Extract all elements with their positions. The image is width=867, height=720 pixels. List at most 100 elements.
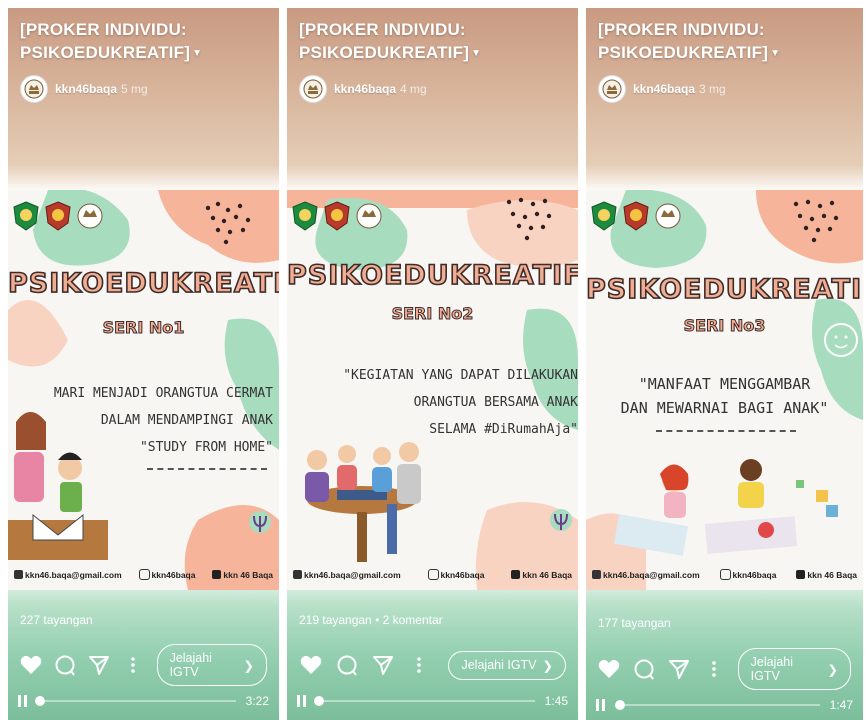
like-heart-icon[interactable] [598,657,621,681]
poster-series-label: SERI No1 [102,318,185,338]
comment-bubble-icon[interactable] [335,653,359,677]
email-contact: kkn46.baqa@gmail.com [293,569,401,580]
poster-headline: "KEGIATAN YANG DAPAT DILAKUKAN ORANGTUA … [343,368,578,437]
youtube-icon [212,570,222,579]
poster-series-label: SERI No3 [683,316,766,336]
like-heart-icon[interactable] [20,653,42,677]
kkn-crown-logo-icon [654,200,682,232]
chevron-down-icon[interactable]: ▼ [192,48,202,59]
regency-logo-icon [323,200,351,232]
progress-handle[interactable] [314,696,325,706]
youtube-contact: kkn 46 Baqa [796,569,857,580]
igtv-post-card-2[interactable]: [PROKER INDIVIDU: PSIKOEDUKREATIF] ▼ kkn4… [287,8,578,720]
comment-bubble-icon[interactable] [54,653,76,677]
post-author[interactable]: kkn46baqa 4 mg [299,74,427,104]
more-options-icon[interactable] [407,653,431,677]
pause-icon[interactable] [18,695,30,707]
video-progress: 3:22 [18,694,269,708]
comment-bubble-icon[interactable] [633,657,656,681]
institution-logos [12,200,104,232]
post-age: 5 mg [121,82,148,96]
chevron-down-icon[interactable]: ▼ [770,48,780,59]
instagram-contact: kkn46baqa [427,569,484,580]
youtube-contact: kkn 46 Baqa [511,569,572,580]
avatar[interactable] [20,75,48,103]
poster-brand-title: PSIKOEDUKREATIF [8,267,279,300]
institution-logos [291,200,383,232]
view-count: 227 tayangan [20,613,93,627]
youtube-icon [511,570,521,579]
instagram-icon [719,569,731,580]
avatar[interactable] [598,75,626,103]
video-thumbnail[interactable]: PSIKOEDUKREATIF SERI No3 "MANFAAT MENGGA… [586,190,863,590]
children-drawing-illustration [613,459,838,556]
headline-underline [147,466,267,470]
youtube-contact: kkn 46 Baqa [212,569,273,580]
explore-igtv-button[interactable]: Jelajahi IGTV ❯ [737,648,851,690]
progress-handle[interactable] [615,700,626,710]
pause-icon[interactable] [596,699,608,711]
email-contact: kkn46.baqa@gmail.com [14,569,122,580]
crown-logo-icon [24,79,44,99]
video-title[interactable]: [PROKER INDIVIDU: PSIKOEDUKREATIF] ▼ [299,18,481,65]
video-title[interactable]: [PROKER INDIVIDU: PSIKOEDUKREATIF] ▼ [20,18,202,65]
igtv-post-card-1[interactable]: [PROKER INDIVIDU: PSIKOEDUKREATIF] ▼ kkn4… [8,8,279,720]
video-duration: 1:45 [544,694,568,708]
video-thumbnail[interactable]: PSIKOEDUKREATIF SERI No1 MARI MENJADI OR… [8,190,279,590]
more-options-icon[interactable] [703,657,726,681]
video-duration: 1:47 [829,698,853,712]
avatar[interactable] [299,75,327,103]
video-progress: 1:47 [596,698,853,712]
chevron-right-icon: ❯ [243,658,254,673]
headline-underline [656,428,796,432]
username[interactable]: kkn46baqa [633,82,695,96]
poster-contacts: kkn46.baqa@gmail.com kkn46baqa kkn 46 Ba… [293,569,572,580]
progress-track[interactable] [34,696,236,706]
institution-logos [590,200,682,232]
video-progress: 1:45 [297,694,568,708]
username[interactable]: kkn46baqa [334,82,396,96]
poster-contacts: kkn46.baqa@gmail.com kkn46baqa kkn 46 Ba… [592,569,857,580]
share-send-icon[interactable] [88,653,110,677]
progress-track[interactable] [314,696,535,706]
instagram-contact: kkn46baqa [719,569,776,580]
university-logo-icon [590,200,618,232]
explore-igtv-button[interactable]: Jelajahi IGTV ❯ [448,650,566,680]
chevron-down-icon[interactable]: ▼ [471,48,481,59]
more-options-icon[interactable] [122,653,144,677]
post-author[interactable]: kkn46baqa 3 mg [598,74,726,104]
poster-headline: "MANFAAT MENGGAMBAR DAN MEWARNAI BAGI AN… [620,375,829,417]
video-title[interactable]: [PROKER INDIVIDU: PSIKOEDUKREATIF] ▼ [598,18,780,65]
regency-logo-icon [622,200,650,232]
igtv-post-card-3[interactable]: [PROKER INDIVIDU: PSIKOEDUKREATIF] ▼ kkn4… [586,8,863,720]
mail-icon [293,570,302,579]
video-thumbnail[interactable]: PSIKOEDUKREATIF SERI No2 "KEGIATAN YANG … [287,190,578,590]
post-author[interactable]: kkn46baqa 5 mg [20,74,148,104]
username[interactable]: kkn46baqa [55,82,117,96]
explore-igtv-button[interactable]: Jelajahi IGTV ❯ [156,644,267,686]
psychology-logo [550,509,572,531]
mail-icon [592,570,601,579]
instagram-icon [427,569,439,580]
poster-contacts: kkn46.baqa@gmail.com kkn46baqa kkn 46 Ba… [14,569,273,580]
video-duration: 3:22 [245,694,269,708]
regency-logo-icon [44,200,72,232]
kkn-crown-logo-icon [76,200,104,232]
progress-track[interactable] [615,700,820,710]
email-contact: kkn46.baqa@gmail.com [592,569,700,580]
share-send-icon[interactable] [668,657,691,681]
chevron-right-icon: ❯ [542,658,553,673]
share-send-icon[interactable] [371,653,395,677]
instagram-contact: kkn46baqa [138,569,195,580]
family-board-game-illustration [305,442,421,562]
like-heart-icon[interactable] [299,653,323,677]
pause-icon[interactable] [297,695,309,707]
view-count: 219 tayangan • 2 komentar [299,613,443,627]
poster-headline: MARI MENJADI ORANGTUA CERMAT DALAM MENDA… [53,386,273,455]
post-age: 3 mg [699,82,726,96]
poster-series-label: SERI No2 [391,304,474,324]
poster-brand-title: PSIKOEDUKREATIF [287,259,578,292]
chevron-right-icon: ❯ [827,662,838,677]
progress-handle[interactable] [34,696,45,706]
action-bar: Jelajahi IGTV ❯ [299,648,566,682]
